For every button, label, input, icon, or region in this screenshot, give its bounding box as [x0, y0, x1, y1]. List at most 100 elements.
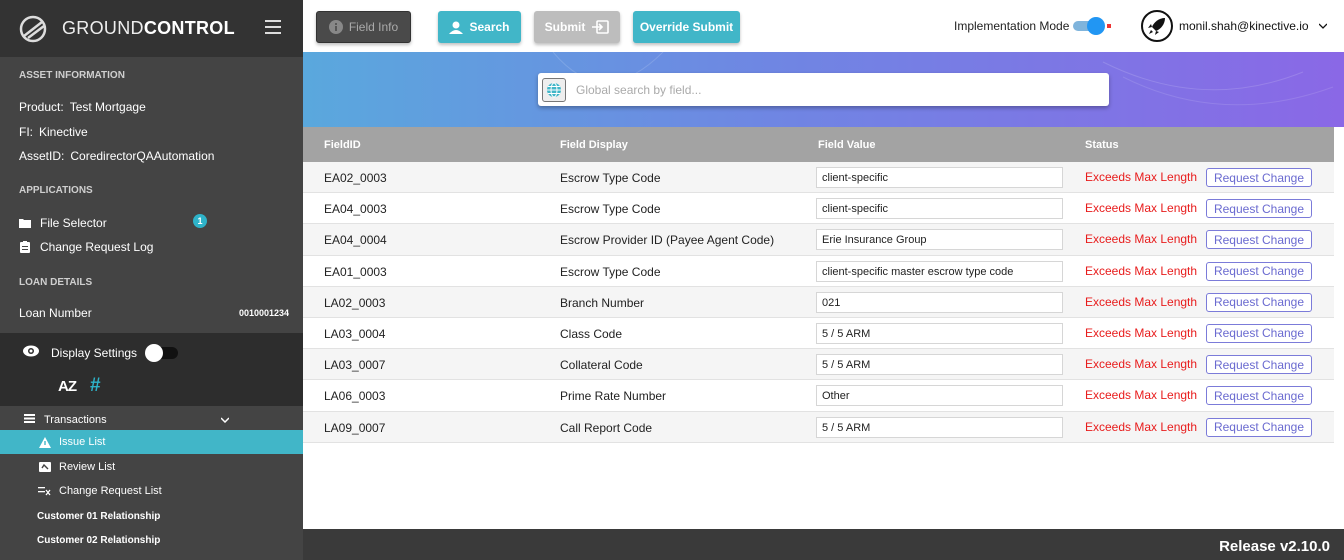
fi-info: FI: Kinective — [19, 125, 88, 139]
nav-review-list[interactable]: Review List — [0, 455, 303, 479]
nav-change-request-list[interactable]: Change Request List — [0, 479, 303, 503]
field-value-input[interactable]: client-specific master escrow type code — [816, 260, 1063, 282]
status-text: Exceeds Max Length — [1085, 294, 1198, 309]
field-id-cell: EA04_0004 — [324, 233, 387, 248]
globe-icon[interactable] — [542, 77, 566, 102]
table-row: LA06_0003 Prime Rate Number Other Exceeds M… — [303, 380, 1334, 412]
field-id-cell: EA04_0003 — [324, 202, 387, 217]
header-status: Status — [1085, 139, 1119, 151]
sidebar: GROUNDCONTROL ASSET INFORMATION Product:… — [0, 0, 303, 560]
folder-icon — [19, 218, 31, 229]
field-id-cell: LA09_0007 — [324, 420, 386, 435]
field-display-cell: Call Report Code — [560, 420, 653, 435]
field-value-input[interactable]: 5 / 5 ARM — [816, 322, 1063, 344]
menu-icon[interactable] — [265, 20, 281, 34]
field-value-input[interactable]: 021 — [816, 291, 1063, 313]
field-display-cell: Branch Number — [560, 295, 645, 310]
nav-issue-list[interactable]: Issue List — [0, 430, 303, 454]
clipboard-icon — [19, 241, 31, 253]
file-selector-link[interactable]: File Selector — [19, 216, 107, 230]
header-field-id: FieldID — [324, 139, 361, 151]
request-change-button[interactable]: Request Change — [1206, 199, 1312, 219]
status-text: Exceeds Max Length — [1085, 263, 1198, 278]
rocket-avatar-icon — [1141, 10, 1173, 42]
display-settings-panel: Display Settings AZ # — [0, 333, 303, 406]
loan-details-title: LOAN DETAILS — [19, 277, 93, 288]
request-change-button[interactable]: Request Change — [1206, 417, 1312, 437]
global-search-input[interactable] — [576, 82, 1076, 97]
field-id-cell: LA03_0004 — [324, 326, 386, 341]
request-change-button[interactable]: Request Change — [1206, 168, 1312, 187]
sort-alpha-icon[interactable]: AZ — [58, 378, 77, 395]
status-text: Exceeds Max Length — [1085, 388, 1198, 403]
display-settings-row: Display Settings — [23, 343, 179, 362]
table-row: EA02_0003 Escrow Type Code client-specific… — [303, 162, 1334, 194]
field-display-cell: Escrow Type Code — [560, 264, 661, 279]
sign-in-icon — [592, 20, 610, 34]
table-row: EA04_0003 Escrow Type Code client-specific… — [303, 193, 1334, 225]
change-request-log-link[interactable]: Change Request Log — [19, 240, 153, 254]
footer: Release v2.10.0 — [303, 529, 1344, 560]
sort-options: AZ # — [58, 375, 101, 397]
table-row: LA02_0003 Branch Number 021 Exceeds Max Len… — [303, 286, 1334, 318]
field-value-input[interactable]: Erie Insurance Group — [816, 229, 1063, 251]
field-value-input[interactable]: 5 / 5 ARM — [816, 416, 1063, 438]
field-value-input[interactable]: Other — [816, 385, 1063, 407]
implementation-mode-toggle[interactable] — [1073, 17, 1112, 35]
field-id-cell: LA06_0003 — [324, 389, 386, 404]
eye-icon — [23, 345, 39, 360]
field-info-button[interactable]: Field Info — [316, 11, 411, 43]
loan-number-row: Loan Number 0010001234 — [19, 306, 289, 320]
info-icon — [328, 20, 343, 34]
groundcontrol-logo-icon — [18, 14, 48, 44]
status-text: Exceeds Max Length — [1085, 170, 1198, 184]
brand-header: GROUNDCONTROL — [0, 0, 303, 57]
search-button[interactable]: Search — [438, 11, 521, 43]
table-row: EA04_0004 Escrow Provider ID (Payee Agent… — [303, 224, 1334, 256]
list-remove-icon — [38, 486, 51, 496]
request-change-button[interactable]: Request Change — [1206, 230, 1312, 250]
request-change-button[interactable]: Request Change — [1206, 261, 1312, 281]
table-row: LA03_0007 Collateral Code 5 / 5 ARM Exceeds… — [303, 349, 1334, 381]
request-change-button[interactable]: Request Change — [1206, 386, 1312, 406]
transactions-toggle[interactable]: Transactions — [24, 414, 230, 426]
global-search — [538, 73, 1109, 106]
file-selector-badge: 1 — [193, 214, 207, 228]
asset-id-info: AssetID: CoredirectorQAAutomation — [19, 149, 215, 163]
display-settings-toggle[interactable] — [145, 343, 179, 362]
table-row: LA09_0007 Call Report Code 5 / 5 ARM Exceed… — [303, 411, 1334, 443]
user-menu[interactable]: monil.shah@kinective.io — [1141, 10, 1328, 42]
nav-customer-02[interactable]: Customer 02 Relationship — [0, 528, 303, 552]
table-header: FieldID Field Display Field Value Status — [303, 127, 1334, 162]
request-change-button[interactable]: Request Change — [1206, 323, 1312, 343]
table-row: LA03_0004 Class Code 5 / 5 ARM Exceeds Max … — [303, 318, 1334, 350]
field-value-input[interactable]: client-specific — [816, 198, 1063, 220]
list-icon — [24, 414, 35, 426]
field-value-input[interactable]: 5 / 5 ARM — [816, 354, 1063, 376]
applications-title: APPLICATIONS — [19, 185, 93, 196]
submit-button[interactable]: Submit — [534, 11, 620, 43]
status-text: Exceeds Max Length — [1085, 201, 1198, 216]
field-display-cell: Escrow Type Code — [560, 202, 661, 217]
override-submit-button[interactable]: Override Submit — [633, 11, 740, 43]
asset-info-title: ASSET INFORMATION — [19, 70, 125, 81]
sort-number-icon[interactable]: # — [90, 375, 101, 397]
search-banner — [303, 52, 1344, 127]
field-display-cell: Escrow Type Code — [560, 171, 661, 185]
request-change-button[interactable]: Request Change — [1206, 292, 1312, 312]
field-id-cell: EA01_0003 — [324, 264, 387, 279]
field-id-cell: EA02_0003 — [324, 171, 387, 185]
status-text: Exceeds Max Length — [1085, 419, 1198, 434]
field-value-input[interactable]: client-specific — [816, 167, 1063, 188]
user-icon — [449, 21, 464, 34]
header-field-value: Field Value — [818, 139, 876, 151]
table-row: EA01_0003 Escrow Type Code client-specific… — [303, 256, 1334, 287]
field-display-cell: Collateral Code — [560, 358, 643, 373]
field-display-cell: Escrow Provider ID (Payee Agent Code) — [560, 233, 775, 248]
field-id-cell: LA03_0007 — [324, 358, 386, 373]
nav-customer-01[interactable]: Customer 01 Relationship — [0, 504, 303, 528]
implementation-mode: Implementation Mode — [954, 17, 1112, 35]
status-text: Exceeds Max Length — [1085, 325, 1198, 340]
request-change-button[interactable]: Request Change — [1206, 355, 1312, 375]
field-display-cell: Class Code — [560, 326, 623, 341]
